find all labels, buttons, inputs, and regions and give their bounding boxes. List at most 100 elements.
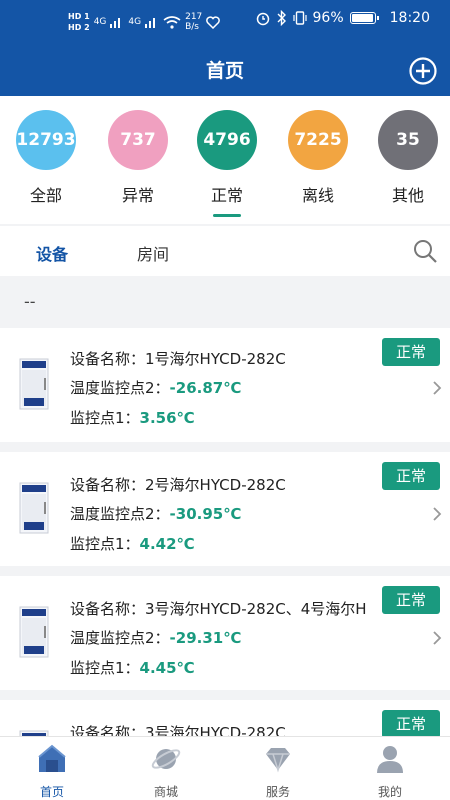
temperature-point2-line: 温度监控点2：-30.95℃	[70, 503, 241, 524]
temperature-point2-label: 温度监控点2：	[70, 379, 170, 397]
monitor-point1-line: 监控点1：3.56℃	[70, 407, 195, 428]
device-name-line: 设备名称：3号海尔HYCD-282C、4号海尔H	[70, 598, 380, 619]
category-other[interactable]: 35 其他	[376, 110, 440, 206]
device-name: 3号海尔HYCD-282C、4号海尔H	[145, 600, 367, 618]
status-category-panel: 12793 全部 737 异常 4796 正常 7225 离线 35 其他	[0, 96, 450, 224]
category-count-abnormal: 737	[108, 110, 168, 170]
temperature-point2-value: -26.87℃	[169, 379, 242, 397]
device-name-label: 设备名称：	[70, 724, 146, 736]
monitor-point1-line: 监控点1：4.42℃	[70, 533, 195, 554]
add-device-button[interactable]	[408, 56, 438, 86]
search-icon[interactable]	[412, 238, 438, 264]
nav-home-label: 首页	[39, 785, 64, 799]
speed-unit: B/s	[185, 22, 199, 32]
page-title: 首页	[205, 60, 244, 82]
signal-icon	[110, 18, 121, 28]
temperature-point2-value: -29.31℃	[169, 629, 242, 647]
signal-icon-2	[145, 18, 156, 28]
tab-device[interactable]: 设备	[36, 241, 68, 265]
bluetooth-icon	[277, 10, 286, 26]
wifi-icon	[163, 15, 181, 29]
nav-mall[interactable]: 商城	[134, 743, 198, 800]
device-name-line: 设备名称：1号海尔HYCD-282C	[70, 348, 286, 369]
alarm-icon	[256, 12, 269, 26]
device-name-line: 设备名称：3号海尔HYCD-282C	[70, 722, 286, 736]
monitor-point1-line: 监控点1：4.45℃	[70, 657, 195, 678]
chevron-right-icon	[433, 631, 442, 645]
view-tabs: 设备 房间	[0, 226, 450, 276]
temperature-point2-line: 温度监控点2：-26.87℃	[70, 377, 241, 398]
category-count-offline: 7225	[288, 110, 348, 170]
device-name-label: 设备名称：	[70, 476, 146, 494]
temperature-point2-line: 温度监控点2：-29.31℃	[70, 627, 241, 648]
device-list: 设备名称：1号海尔HYCD-282C 温度监控点2：-26.87℃ 监控点1：3…	[0, 328, 450, 736]
monitor-point1-value: 3.56℃	[139, 409, 195, 427]
category-all[interactable]: 12793 全部	[14, 110, 78, 206]
status-right: 96% 18:20	[255, 10, 430, 26]
home-icon	[38, 744, 66, 772]
category-label-offline: 离线	[301, 186, 334, 205]
category-selected-indicator	[213, 214, 241, 217]
hd-badge-1: HD 1	[68, 12, 90, 21]
battery-percent: 96%	[312, 10, 344, 26]
user-icon	[377, 746, 403, 773]
battery-icon	[349, 12, 379, 24]
nav-service-label: 服务	[265, 785, 290, 799]
status-left: HD 1 HD 2 4G 4G 217 B/s	[68, 12, 221, 32]
freezer-thumbnail-icon	[19, 606, 49, 658]
tab-room[interactable]: 房间	[137, 241, 169, 265]
monitor-point1-label: 监控点1：	[70, 659, 140, 677]
device-name: 3号海尔HYCD-282C	[145, 724, 286, 736]
hd-badge-2: HD 2	[68, 23, 90, 32]
hd-badges: HD 1 HD 2	[68, 12, 90, 32]
signal-4g-label-2: 4G	[128, 16, 142, 27]
nav-mine-label: 我的	[377, 785, 402, 799]
category-count-other: 35	[378, 110, 438, 170]
nav-mall-label: 商城	[153, 785, 178, 799]
temperature-point2-label: 温度监控点2：	[70, 505, 170, 523]
device-name-line: 设备名称：2号海尔HYCD-282C	[70, 474, 286, 495]
app-header: HD 1 HD 2 4G 4G 217 B/s 96% 18:20 首页	[0, 0, 450, 96]
device-name-label: 设备名称：	[70, 600, 146, 618]
category-offline[interactable]: 7225 离线	[286, 110, 350, 206]
filter-text: --	[24, 292, 36, 311]
monitor-point1-value: 4.45℃	[139, 659, 195, 677]
nav-mine[interactable]: 我的	[358, 743, 422, 800]
nav-home[interactable]: 首页	[20, 743, 84, 800]
temperature-point2-label: 温度监控点2：	[70, 629, 170, 647]
diamond-icon	[266, 748, 290, 773]
device-card[interactable]: 设备名称：2号海尔HYCD-282C 温度监控点2：-30.95℃ 监控点1：4…	[0, 452, 450, 566]
freezer-thumbnail-icon	[19, 358, 49, 410]
device-card[interactable]: 设备名称：3号海尔HYCD-282C、4号海尔H 温度监控点2：-29.31℃ …	[0, 576, 450, 690]
monitor-point1-value: 4.42℃	[139, 535, 195, 553]
category-count-all: 12793	[16, 110, 76, 170]
device-name: 2号海尔HYCD-282C	[145, 476, 286, 494]
category-count-normal: 4796	[197, 110, 257, 170]
filter-bar[interactable]: --	[0, 276, 450, 328]
heart-health-icon	[206, 15, 221, 29]
planet-icon	[151, 749, 181, 769]
signal-4g-label-1: 4G	[93, 16, 107, 27]
category-label-other: 其他	[391, 186, 424, 205]
status-badge: 正常	[382, 586, 440, 614]
category-label-abnormal: 异常	[121, 186, 154, 205]
chevron-right-icon	[433, 507, 442, 521]
device-name: 1号海尔HYCD-282C	[145, 350, 286, 368]
clock: 18:20	[389, 10, 430, 26]
category-normal[interactable]: 4796 正常	[195, 110, 259, 217]
status-bar: HD 1 HD 2 4G 4G 217 B/s 96% 18:20	[0, 0, 450, 40]
device-name-label: 设备名称：	[70, 350, 146, 368]
temperature-point2-value: -30.95℃	[169, 505, 242, 523]
status-badge: 正常	[382, 710, 440, 736]
monitor-point1-label: 监控点1：	[70, 535, 140, 553]
network-speed: 217 B/s	[185, 12, 202, 32]
device-card[interactable]: 设备名称：3号海尔HYCD-282C 正常	[0, 700, 450, 736]
bottom-nav: 首页 商城 服务 我的	[0, 736, 450, 800]
status-badge: 正常	[382, 338, 440, 366]
freezer-thumbnail-icon	[19, 482, 49, 534]
device-card[interactable]: 设备名称：1号海尔HYCD-282C 温度监控点2：-26.87℃ 监控点1：3…	[0, 328, 450, 442]
category-abnormal[interactable]: 737 异常	[106, 110, 170, 206]
category-label-normal: 正常	[210, 186, 243, 205]
nav-service[interactable]: 服务	[246, 743, 310, 800]
chevron-right-icon	[433, 381, 442, 395]
